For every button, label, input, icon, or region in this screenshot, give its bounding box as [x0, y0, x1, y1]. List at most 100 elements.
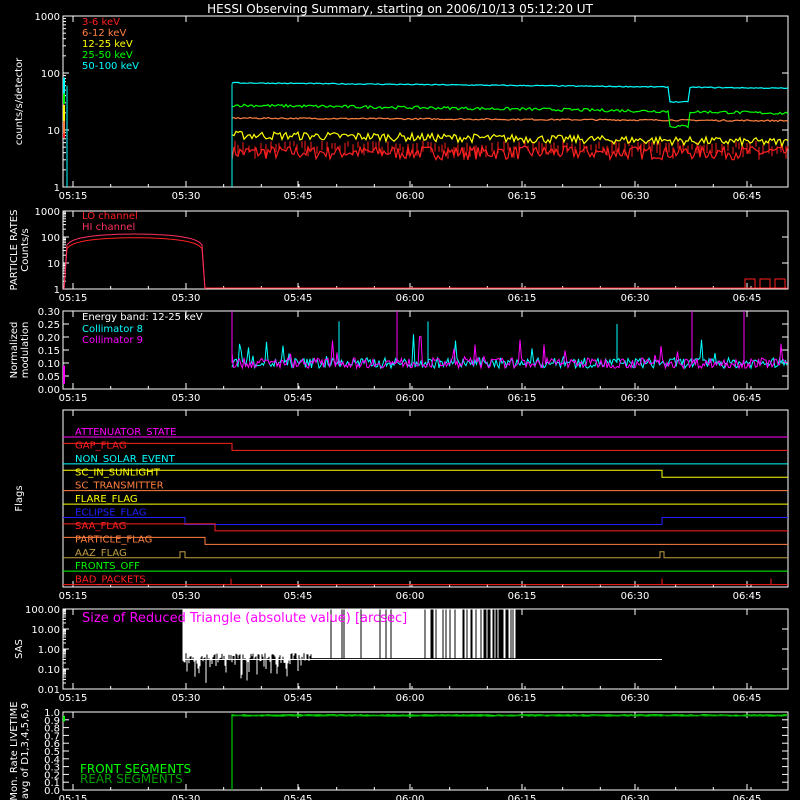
legend-entry: 25-50 keV	[82, 50, 133, 61]
legend-entry: Collimator 9	[82, 335, 143, 346]
y-tick-label: 0.30	[38, 307, 60, 318]
y-tick-label: 100	[41, 69, 60, 80]
x-tick-label: 05:30	[172, 393, 201, 404]
x-tick-label: 05:15	[59, 591, 88, 602]
x-tick-label: 06:30	[621, 293, 650, 304]
panel-frame	[62, 15, 789, 188]
flag-label: SC_TRANSMITTER	[75, 481, 164, 492]
x-tick-label: 05:45	[284, 693, 313, 704]
flag-label: AAZ_FLAG	[75, 548, 127, 559]
x-tick-label: 06:00	[396, 794, 425, 800]
y-axis-label: Normalized	[9, 322, 20, 379]
series-line-cyan	[231, 81, 789, 104]
y-axis-label: modulation	[20, 322, 31, 379]
y-tick-label: 1	[54, 183, 60, 194]
series-line-green	[231, 103, 789, 129]
flag-line	[63, 551, 788, 559]
flag-label: FLARE_FLAG	[75, 494, 138, 505]
y-tick-label: 1000	[35, 12, 60, 23]
flag-label: FRONTS_OFF	[75, 561, 140, 572]
y-tick-label: 10	[47, 259, 60, 270]
legend-entry: 50-100 keV	[82, 61, 139, 72]
x-tick-label: 06:15	[508, 191, 537, 202]
y-tick-label: 10	[47, 126, 60, 137]
particle-step	[774, 278, 786, 289]
flag-label: ECLIPSE_FLAG	[75, 508, 146, 519]
flag-line	[63, 536, 788, 545]
x-tick-label: 06:45	[733, 794, 762, 800]
y-tick-label: 0.20	[38, 333, 60, 344]
livetime-series-line	[231, 714, 788, 790]
y-tick-label: 0.25	[38, 320, 60, 331]
x-tick-label: 06:15	[508, 293, 537, 304]
sas-annotation: Size of Reduced Triangle (absolute value…	[82, 611, 407, 626]
x-tick-label: 05:45	[284, 591, 313, 602]
particle-step	[759, 278, 771, 289]
x-tick-label: 05:30	[172, 693, 201, 704]
flag-label: PARTICLE_FLAG	[75, 534, 152, 545]
energy-band-label: Energy band: 12-25 keV	[82, 312, 203, 323]
x-tick-label: 06:45	[733, 693, 762, 704]
x-tick-label: 05:15	[59, 693, 88, 704]
x-tick-label: 05:15	[59, 393, 88, 404]
y-tick-label: 100	[41, 233, 60, 244]
y-tick-label: 0.10	[38, 359, 60, 370]
y-tick-label: 1.0	[44, 708, 60, 719]
x-tick-label: 06:45	[733, 393, 762, 404]
series-line-yellow	[231, 130, 789, 148]
y-tick-label: 0.00	[38, 385, 60, 396]
x-tick-label: 05:45	[284, 191, 313, 202]
y-axis-label: SAS	[14, 639, 25, 659]
legend-entry: 6-12 keV	[82, 28, 126, 39]
panel-frame	[62, 210, 789, 290]
y-axis-label: Flags	[14, 485, 25, 511]
flag-label: SC_IN_SUNLIGHT	[75, 467, 161, 478]
x-tick-label: 06:30	[621, 191, 650, 202]
legend-entry: LO channel	[82, 211, 138, 222]
y-axis-label: Mon. Rate LIVETIME	[9, 701, 20, 800]
x-tick-label: 05:15	[59, 293, 88, 304]
x-tick-label: 06:00	[396, 393, 425, 404]
x-tick-label: 05:15	[59, 794, 88, 800]
legend-entry: Collimator 8	[82, 324, 143, 335]
x-tick-label: 06:00	[396, 191, 425, 202]
flag-label: BAD_PACKETS	[75, 575, 146, 586]
x-tick-label: 05:45	[284, 293, 313, 304]
legend-entry: REAR SEGMENTS	[80, 772, 183, 786]
x-tick-label: 05:30	[172, 293, 201, 304]
x-tick-label: 06:30	[621, 393, 650, 404]
x-tick-label: 06:00	[396, 693, 425, 704]
x-tick-label: 05:30	[172, 591, 201, 602]
legend-entry: 3-6 keV	[82, 17, 120, 28]
y-tick-label: 0.05	[38, 372, 60, 383]
y-tick-label: 0.10	[38, 665, 60, 676]
y-tick-label: 10.00	[31, 625, 60, 636]
x-tick-label: 06:45	[733, 591, 762, 602]
particle-series-line	[63, 237, 206, 290]
x-tick-label: 06:45	[733, 191, 762, 202]
y-axis-label: avg of D1,3,4,5,6,9	[20, 703, 31, 799]
y-tick-label: 0.01	[38, 685, 60, 696]
x-tick-label: 06:30	[621, 794, 650, 800]
x-tick-label: 06:00	[396, 293, 425, 304]
x-tick-label: 06:15	[508, 693, 537, 704]
flag-label: SAA_FLAG	[75, 521, 126, 532]
chart-title: HESSI Observing Summary, starting on 200…	[207, 2, 593, 16]
modulation-series-line	[231, 335, 788, 371]
flag-label: GAP_FLAG	[75, 440, 127, 451]
x-tick-label: 06:15	[508, 393, 537, 404]
x-tick-label: 05:15	[59, 191, 88, 202]
flag-label: NON_SOLAR_EVENT	[75, 454, 176, 465]
y-tick-label: 1000	[35, 207, 60, 218]
y-tick-label: 0.15	[38, 346, 60, 357]
hessi-summary-chart: HESSI Observing Summary, starting on 200…	[9, 2, 789, 800]
legend-entry: HI channel	[82, 222, 135, 233]
series-line-orange	[231, 116, 789, 123]
y-axis-label: Counts/s	[20, 228, 31, 272]
particle-series-line	[63, 233, 206, 290]
series-line-red	[231, 144, 789, 162]
flag-label: ATTENUATOR_STATE	[75, 427, 176, 438]
flag-line	[63, 469, 788, 478]
x-tick-label: 06:15	[508, 591, 537, 602]
x-tick-label: 05:30	[172, 191, 201, 202]
